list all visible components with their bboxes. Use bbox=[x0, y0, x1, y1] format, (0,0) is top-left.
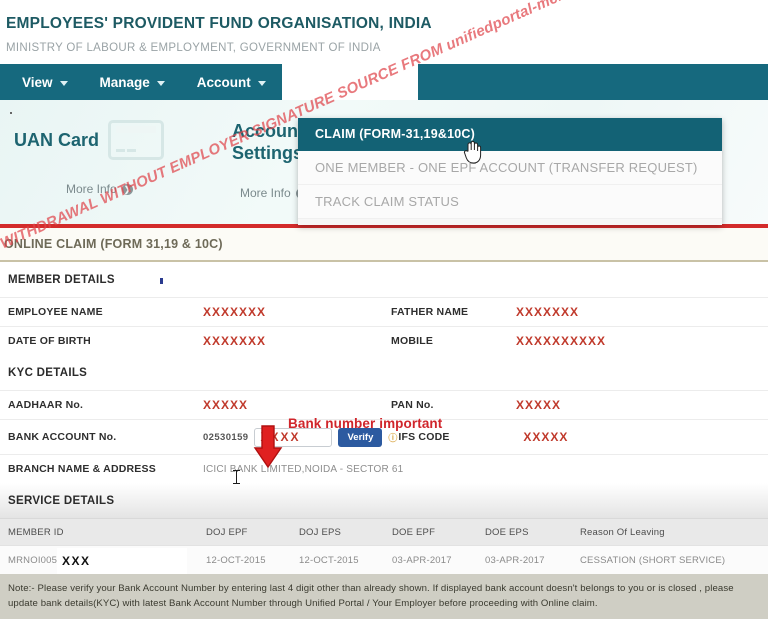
bank-account-label: BANK ACCOUNT No. bbox=[8, 431, 117, 443]
nav-item-label: Account bbox=[196, 74, 251, 90]
ifs-code-value: XXXXX bbox=[523, 430, 569, 444]
account-dropdown-menu: CLAIM (FORM-31,19&10C) ONE MEMBER - ONE … bbox=[298, 118, 722, 225]
doe-eps-value: 03-APR-2017 bbox=[485, 554, 545, 566]
more-info-link-uan[interactable]: More Info ❯ bbox=[66, 182, 232, 196]
branch-name-value: ICICI BANK LIMITED,NOIDA - SECTOR 61 bbox=[203, 463, 404, 475]
main-navigation-bar: View Manage Account bbox=[0, 64, 768, 100]
table-row: BRANCH NAME & ADDRESS ICICI BANK LIMITED… bbox=[0, 454, 768, 483]
doj-epf-value: 12-OCT-2015 bbox=[206, 554, 266, 566]
ifs-code-label: IFS CODE bbox=[398, 431, 450, 443]
doe-epf-value: 03-APR-2017 bbox=[392, 554, 452, 566]
bank-account-prefix: 02530159 bbox=[203, 431, 249, 443]
hand-cursor-icon bbox=[463, 140, 482, 164]
service-table-header: MEMBER ID DOJ EPF DOJ EPS DOE EPF DOE EP… bbox=[0, 518, 768, 545]
more-info-label: More Info bbox=[240, 186, 291, 200]
nav-item-view[interactable]: View bbox=[6, 64, 84, 100]
menu-item-claim[interactable]: CLAIM (FORM-31,19&10C) bbox=[298, 118, 722, 151]
column-header-doe-eps: DOE EPS bbox=[485, 526, 529, 538]
annotation-bank-number-important: Bank number important bbox=[288, 416, 443, 431]
nav-item-manage[interactable]: Manage bbox=[84, 64, 181, 100]
site-header: EMPLOYEES' PROVIDENT FUND ORGANISATION, … bbox=[0, 0, 768, 55]
nav-item-account[interactable]: Account bbox=[181, 64, 282, 100]
more-info-label: More Info bbox=[66, 182, 117, 196]
online-claim-title: ONLINE CLAIM (FORM 31,19 & 10C) bbox=[4, 237, 223, 251]
tile-label: UAN Card bbox=[14, 130, 100, 150]
epfo-member-portal-page: EMPLOYEES' PROVIDENT FUND ORGANISATION, … bbox=[0, 0, 768, 637]
nav-item-label: Manage bbox=[99, 74, 150, 90]
member-id-redacted-value: XXX bbox=[62, 553, 91, 568]
annotation-arrow-icon bbox=[253, 425, 283, 469]
tile-uan-card[interactable]: UAN Card More Info ❯ bbox=[0, 100, 232, 224]
online-claim-band: ONLINE CLAIM (FORM 31,19 & 10C) bbox=[0, 228, 768, 262]
table-row: MRNOI00501 XXX 12-OCT-2015 12-OCT-2015 0… bbox=[0, 545, 768, 574]
bank-verification-note: Note:- Please verify your Bank Account N… bbox=[0, 574, 768, 619]
father-name-value: XXXXXXX bbox=[516, 305, 580, 319]
ministry-subtitle: MINISTRY OF LABOUR & EMPLOYMENT, GOVERNM… bbox=[6, 42, 381, 54]
chevron-down-icon bbox=[59, 80, 68, 86]
card-icon bbox=[108, 120, 165, 160]
mobile-label: MOBILE bbox=[391, 335, 434, 347]
chevron-down-icon bbox=[156, 80, 165, 86]
menu-item-transfer-request[interactable]: ONE MEMBER - ONE EPF ACCOUNT (TRANSFER R… bbox=[298, 151, 722, 185]
column-header-doj-epf: DOJ EPF bbox=[206, 526, 248, 538]
section-heading-label: MEMBER DETAILS bbox=[8, 274, 115, 286]
arrow-right-icon: ❯ bbox=[121, 183, 133, 195]
date-of-birth-label: DATE OF BIRTH bbox=[8, 335, 91, 347]
employee-name-label: EMPLOYEE NAME bbox=[8, 306, 103, 318]
menu-item-track-claim-status[interactable]: TRACK CLAIM STATUS bbox=[298, 185, 722, 219]
column-header-doj-eps: DOJ EPS bbox=[299, 526, 342, 538]
date-of-birth-value: XXXXXXX bbox=[203, 334, 267, 348]
reason-of-leaving-value: CESSATION (SHORT SERVICE) bbox=[580, 554, 726, 566]
text-cursor-icon bbox=[233, 470, 240, 484]
branch-name-label: BRANCH NAME & ADDRESS bbox=[8, 463, 156, 475]
member-details-section: MEMBER DETAILS EMPLOYEE NAME XXXXXXX FAT… bbox=[0, 262, 768, 355]
table-row: DATE OF BIRTH XXXXXXX MOBILE XXXXXXXXXX bbox=[0, 326, 768, 355]
pan-value: XXXXX bbox=[516, 398, 562, 412]
member-details-heading: MEMBER DETAILS bbox=[0, 262, 768, 297]
mobile-value: XXXXXXXXXX bbox=[516, 334, 607, 348]
nav-active-item-highlight bbox=[281, 64, 418, 100]
pan-label: PAN No. bbox=[391, 399, 434, 411]
nav-item-label: View bbox=[22, 74, 53, 90]
required-marker bbox=[160, 278, 163, 284]
column-header-member-id: MEMBER ID bbox=[8, 526, 64, 538]
table-row: AADHAAR No. XXXXX PAN No. XXXXX bbox=[0, 390, 768, 419]
aadhaar-value: XXXXX bbox=[203, 398, 249, 412]
father-name-label: FATHER NAME bbox=[391, 306, 469, 318]
aadhaar-label: AADHAAR No. bbox=[8, 399, 84, 411]
info-icon[interactable]: ⓘ bbox=[388, 431, 398, 444]
column-header-reason-of-leaving: Reason Of Leaving bbox=[580, 526, 665, 538]
employee-name-value: XXXXXXX bbox=[203, 305, 267, 319]
chevron-down-icon bbox=[257, 80, 266, 86]
table-row: EMPLOYEE NAME XXXXXXX FATHER NAME XXXXXX… bbox=[0, 297, 768, 326]
service-details-section: SERVICE DETAILS MEMBER ID DOJ EPF DOJ EP… bbox=[0, 483, 768, 574]
doj-eps-value: 12-OCT-2015 bbox=[299, 554, 359, 566]
column-header-doe-epf: DOE EPF bbox=[392, 526, 436, 538]
kyc-details-heading: KYC DETAILS bbox=[8, 367, 88, 379]
member-id-cell: MRNOI00501 XXX bbox=[0, 547, 206, 574]
service-details-heading: SERVICE DETAILS bbox=[0, 483, 768, 518]
page-title: EMPLOYEES' PROVIDENT FUND ORGANISATION, … bbox=[6, 15, 432, 32]
